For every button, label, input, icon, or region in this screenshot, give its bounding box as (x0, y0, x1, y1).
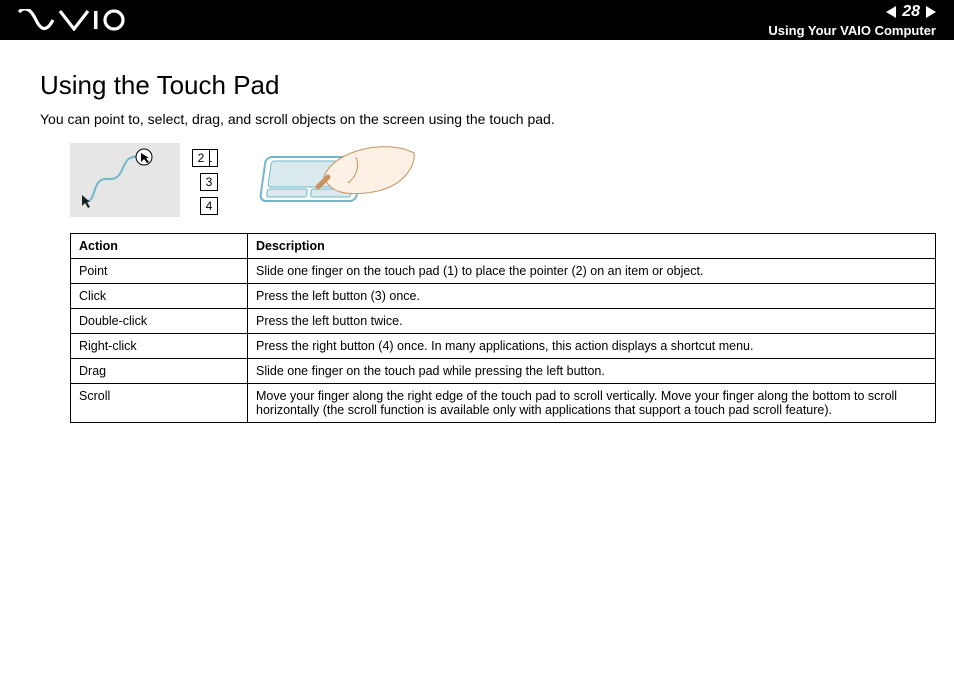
section-title: Using Your VAIO Computer (768, 23, 936, 38)
pointer-figure (70, 143, 180, 217)
prev-page-arrow-icon[interactable] (886, 6, 896, 18)
header-bar: 28 Using Your VAIO Computer (0, 0, 954, 40)
page-number: 28 (902, 3, 920, 21)
table-row: Double-clickPress the left button twice. (71, 309, 936, 334)
table-row: ClickPress the left button (3) once. (71, 284, 936, 309)
page-navigator: 28 (886, 3, 936, 21)
page-content: Using the Touch Pad You can point to, se… (0, 40, 954, 463)
vaio-logo (18, 9, 128, 31)
callout-3: 3 (200, 173, 218, 191)
next-page-arrow-icon[interactable] (926, 6, 936, 18)
table-row: Right-clickPress the right button (4) on… (71, 334, 936, 359)
col-description: Description (248, 234, 936, 259)
callout-2: 2 (192, 149, 210, 167)
page-title: Using the Touch Pad (40, 70, 914, 101)
table-row: PointSlide one finger on the touch pad (… (71, 259, 936, 284)
table-row: DragSlide one finger on the touch pad wh… (71, 359, 936, 384)
figure-row: 2 1 3 4 (70, 143, 914, 217)
callout-4: 4 (200, 197, 218, 215)
col-action: Action (71, 234, 248, 259)
intro-text: You can point to, select, drag, and scro… (40, 111, 914, 127)
actions-table: Action Description PointSlide one finger… (70, 233, 936, 423)
touchpad-figure (238, 143, 418, 217)
table-row: ScrollMove your finger along the right e… (71, 384, 936, 423)
